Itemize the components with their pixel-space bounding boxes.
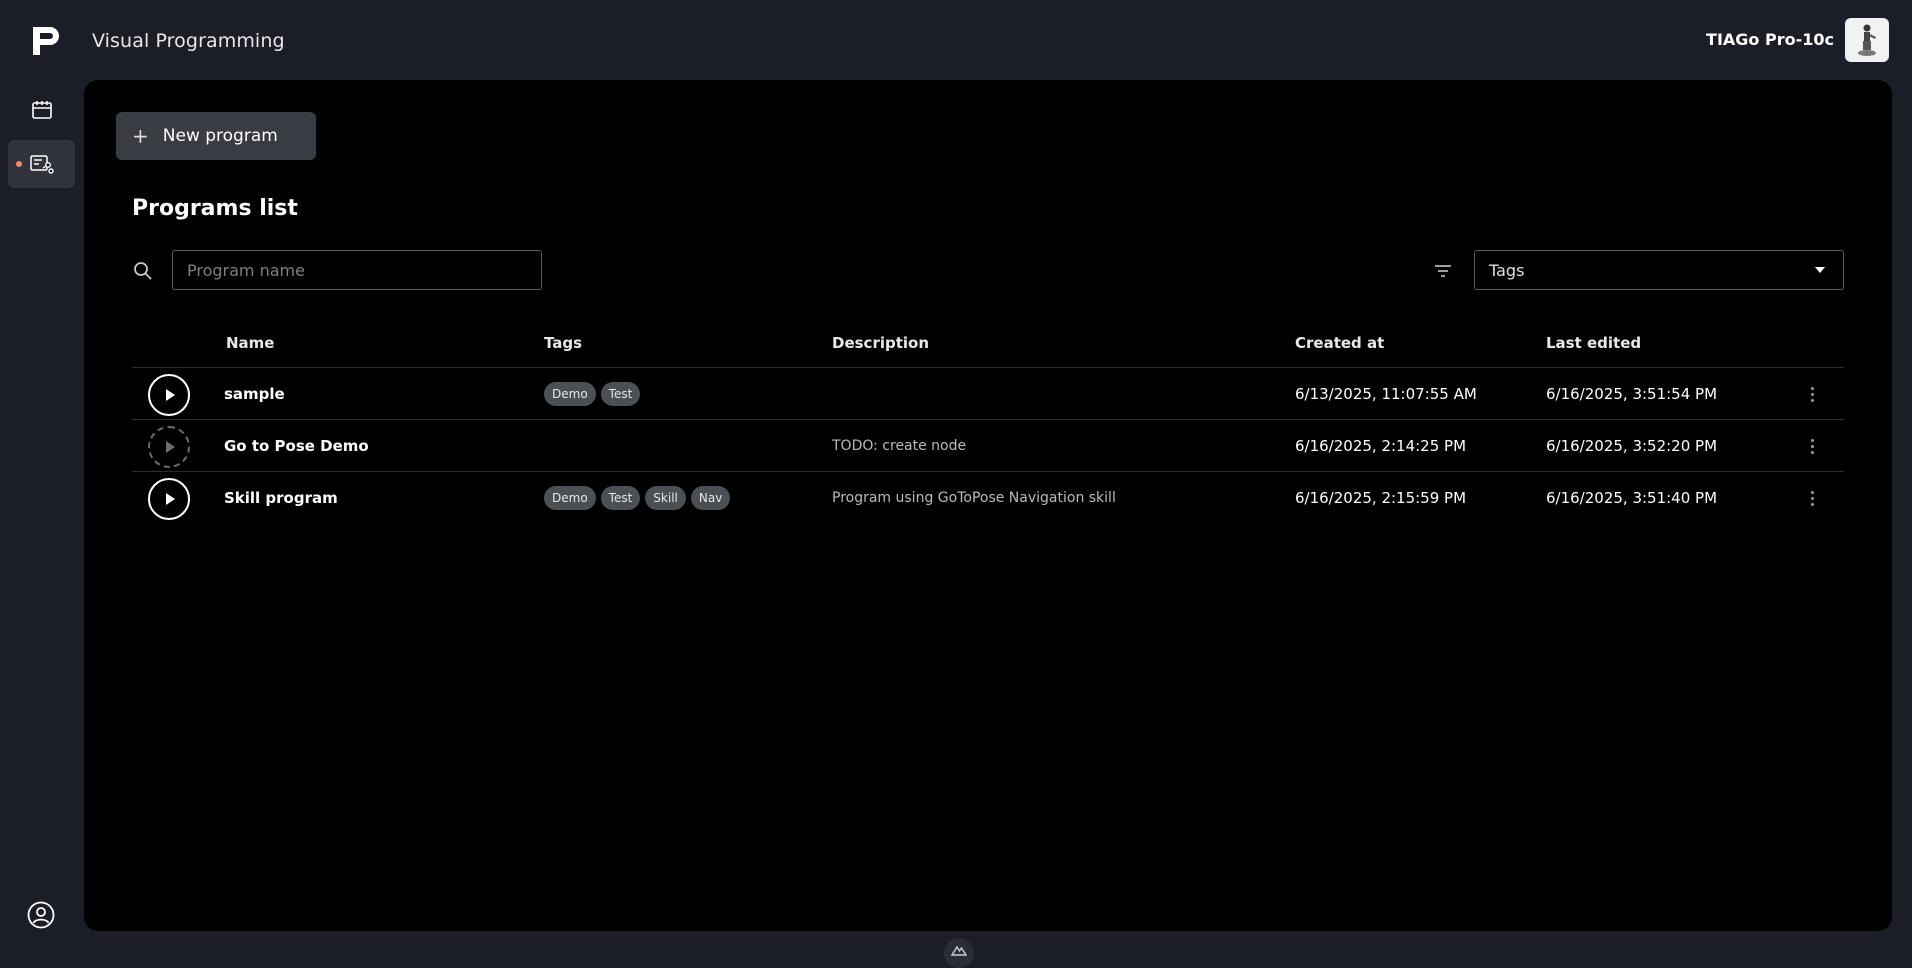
column-header-edited[interactable]: Last edited bbox=[1546, 334, 1641, 352]
more-options-icon[interactable] bbox=[1802, 384, 1822, 404]
program-created-at: 6/13/2025, 11:07:55 AM bbox=[1295, 385, 1477, 403]
table-row[interactable]: Go to Pose Demo TODO: create node 6/16/2… bbox=[132, 420, 1844, 472]
run-program-button[interactable] bbox=[148, 478, 190, 520]
column-header-description: Description bbox=[832, 334, 930, 352]
app-title: Visual Programming bbox=[92, 30, 285, 52]
search-input[interactable] bbox=[172, 250, 542, 290]
tag-badge: Demo bbox=[544, 382, 596, 406]
programs-table: Name Tags Description Created at Last ed… bbox=[132, 318, 1844, 524]
sidebar-item-programs[interactable] bbox=[8, 140, 75, 188]
plus-icon: + bbox=[132, 124, 149, 148]
program-created-at: 6/16/2025, 2:15:59 PM bbox=[1295, 489, 1467, 507]
new-program-label: New program bbox=[162, 126, 278, 146]
table-row[interactable]: sample Demo Test 6/13/2025, 11:07:55 AM … bbox=[132, 368, 1844, 420]
robot-name[interactable]: TIAGo Pro-10c bbox=[1706, 30, 1834, 49]
sidebar bbox=[0, 80, 84, 959]
play-icon bbox=[166, 389, 175, 401]
top-bar: Visual Programming TIAGo Pro-10c bbox=[0, 0, 1912, 80]
play-icon bbox=[166, 441, 175, 453]
tag-badge: Test bbox=[600, 382, 641, 406]
column-header-tags: Tags bbox=[544, 334, 583, 352]
tag-badge: Skill bbox=[645, 486, 686, 510]
run-program-button bbox=[148, 426, 190, 468]
program-last-edited: 6/16/2025, 3:52:20 PM bbox=[1546, 437, 1718, 455]
user-profile-button[interactable] bbox=[26, 900, 56, 930]
program-description: Program using GoToPose Navigation skill bbox=[832, 490, 1116, 506]
search-icon bbox=[132, 260, 154, 282]
program-tags: Demo Test Skill Nav bbox=[544, 486, 731, 510]
calendar-icon bbox=[31, 101, 52, 119]
more-options-icon[interactable] bbox=[1802, 488, 1822, 508]
table-header: Name Tags Description Created at Last ed… bbox=[132, 318, 1844, 368]
new-program-button[interactable]: + New program bbox=[116, 112, 316, 160]
program-tags: Demo Test bbox=[544, 382, 641, 406]
run-program-button[interactable] bbox=[148, 374, 190, 416]
pal-logo-icon[interactable] bbox=[30, 24, 64, 58]
program-name[interactable]: Skill program bbox=[224, 489, 338, 507]
program-created-at: 6/16/2025, 2:14:25 PM bbox=[1295, 437, 1467, 455]
table-row[interactable]: Skill program Demo Test Skill Nav Progra… bbox=[132, 472, 1844, 524]
main-panel: + New program Programs list Tags Name Ta… bbox=[84, 80, 1892, 931]
program-description: TODO: create node bbox=[832, 438, 967, 454]
column-header-created[interactable]: Created at bbox=[1295, 334, 1384, 352]
more-options-icon[interactable] bbox=[1802, 436, 1822, 456]
filter-icon[interactable] bbox=[1432, 260, 1454, 282]
tag-badge: Test bbox=[600, 486, 641, 510]
program-last-edited: 6/16/2025, 3:51:40 PM bbox=[1546, 489, 1718, 507]
nuxt-devtools-icon[interactable] bbox=[944, 938, 974, 968]
program-name[interactable]: sample bbox=[224, 385, 285, 403]
program-flow-icon bbox=[29, 155, 54, 174]
tag-badge: Demo bbox=[544, 486, 596, 510]
robot-icon bbox=[1858, 24, 1876, 56]
tags-select[interactable]: Tags bbox=[1474, 250, 1844, 290]
user-circle-icon bbox=[27, 901, 55, 929]
column-header-name[interactable]: Name bbox=[226, 334, 274, 352]
play-icon bbox=[166, 493, 175, 505]
robot-avatar[interactable] bbox=[1845, 18, 1889, 62]
program-name[interactable]: Go to Pose Demo bbox=[224, 437, 369, 455]
program-last-edited: 6/16/2025, 3:51:54 PM bbox=[1546, 385, 1718, 403]
tags-select-label: Tags bbox=[1489, 260, 1525, 280]
active-indicator bbox=[16, 161, 22, 167]
page-title: Programs list bbox=[132, 196, 298, 221]
sidebar-item-calendar[interactable] bbox=[8, 86, 75, 134]
caret-down-icon bbox=[1815, 267, 1825, 273]
tag-badge: Nav bbox=[690, 486, 731, 510]
